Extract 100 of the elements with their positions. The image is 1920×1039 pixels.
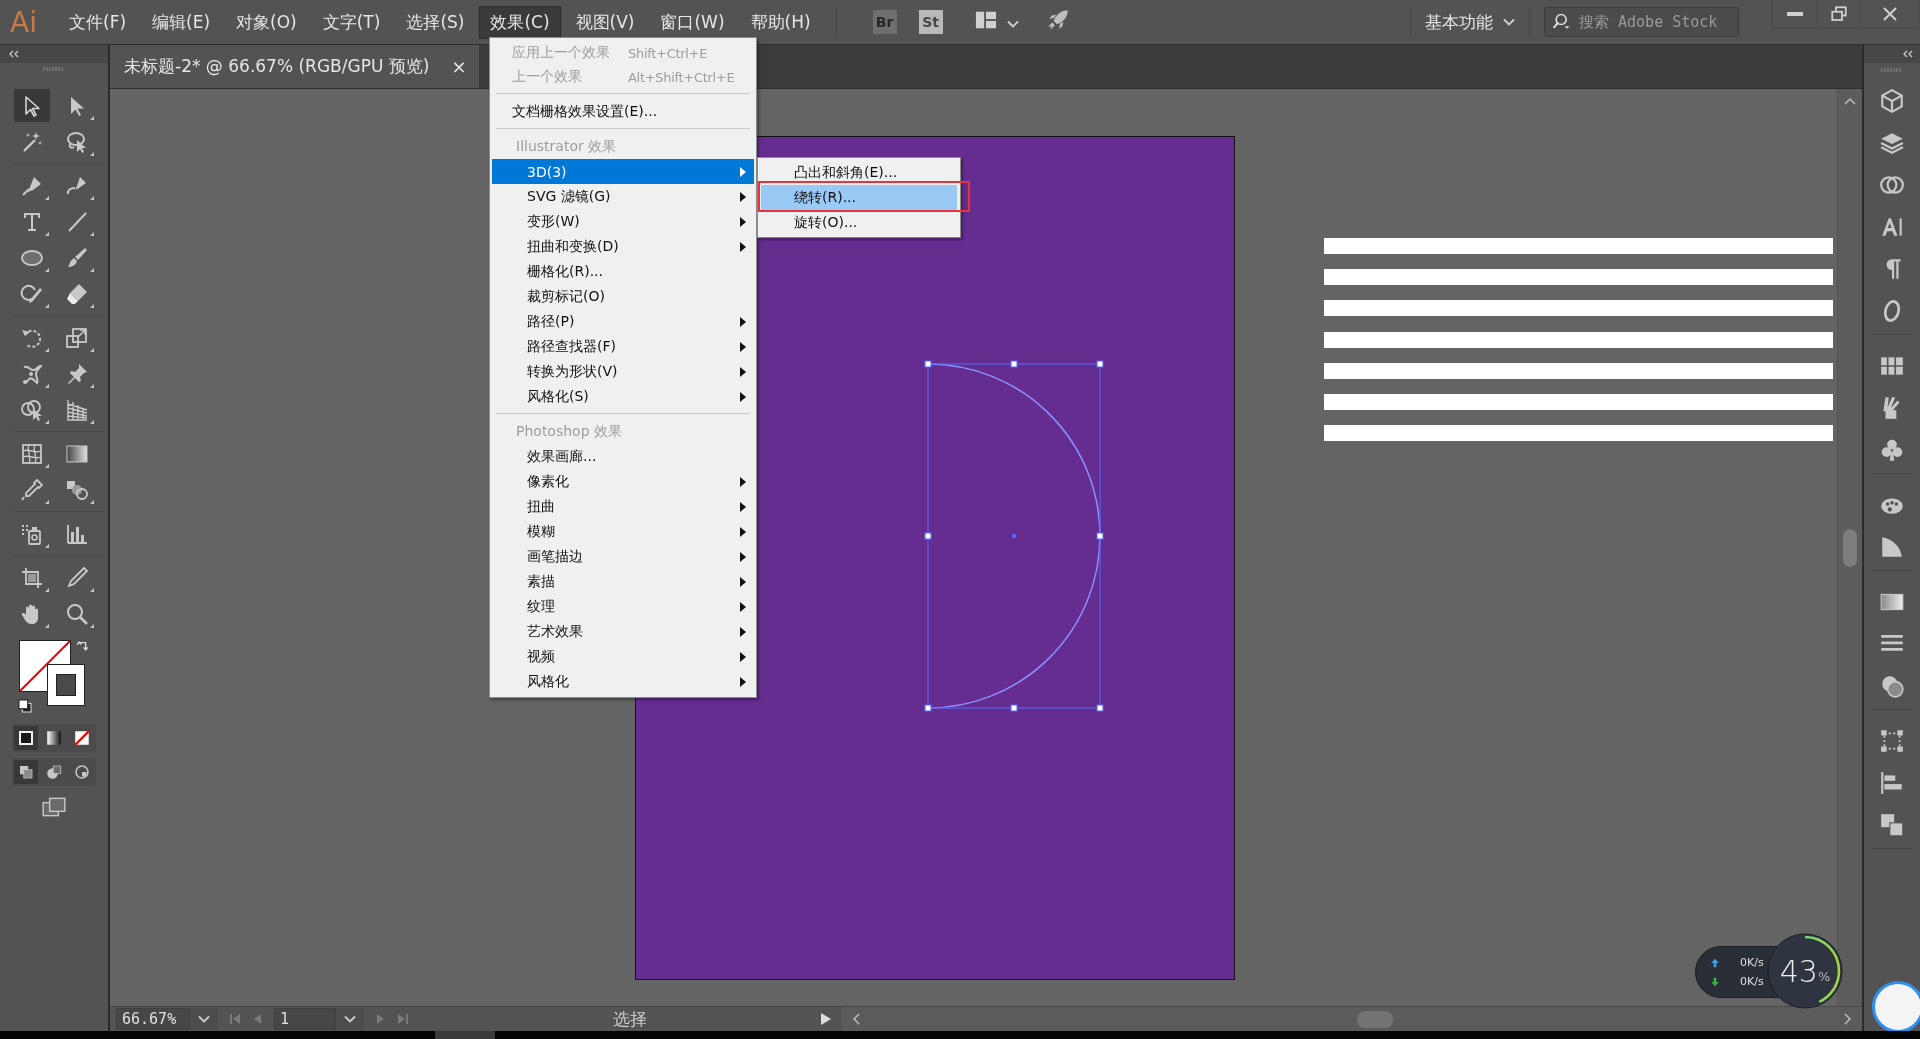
cube-icon	[1879, 88, 1905, 114]
zoom-field[interactable]: 66.67%	[116, 1008, 190, 1030]
menu-item[interactable]: 模糊	[492, 519, 754, 544]
menu-item[interactable]: 像素化	[492, 469, 754, 494]
menu-item[interactable]: 视频	[492, 644, 754, 669]
menu-item[interactable]: 路径查找器(F)	[492, 334, 754, 359]
scroll-up-icon	[1844, 97, 1856, 105]
workspace-switcher[interactable]: 基本功能	[1425, 10, 1493, 34]
stock-search-field[interactable]: 搜索 Adobe Stock	[1544, 7, 1739, 37]
menu-item[interactable]: 转换为形状(V)	[492, 359, 754, 384]
color-mode-button[interactable]	[14, 726, 38, 750]
usage-percent: 43	[1779, 953, 1818, 989]
menu-item[interactable]: 绕转(R)...	[761, 185, 957, 210]
color-mode-icon	[17, 729, 35, 747]
menu-item[interactable]: 效果(C)	[479, 5, 561, 39]
menu-item[interactable]: 素描	[492, 569, 754, 594]
page-dropdown[interactable]	[336, 1008, 364, 1030]
draw-behind-icon	[45, 763, 63, 781]
menu-item[interactable]: 视图(V)	[564, 5, 646, 39]
menu-item[interactable]: SVG 滤镜(G)	[492, 184, 754, 209]
caret-icon	[198, 1015, 210, 1023]
gradient-mode-icon	[45, 729, 63, 747]
pathfinder-icon	[1879, 812, 1905, 838]
dropdown-caret-icon	[1006, 20, 1019, 28]
eyedropper-icon	[19, 477, 44, 502]
submenu-arrow-icon	[740, 316, 746, 327]
download-arrow-icon	[1710, 976, 1720, 987]
submenu-arrow-icon	[740, 576, 746, 587]
fill-stroke-swatches[interactable]	[19, 640, 85, 706]
menu-item[interactable]: 风格化(S)	[492, 384, 754, 409]
default-colors-icon	[17, 698, 33, 714]
menu-item[interactable]: 文件(F)	[58, 5, 138, 39]
document-tab[interactable]: 未标题-2* @ 66.67% (RGB/GPU 预览) ×	[110, 45, 479, 88]
pencil-nib-icon	[64, 565, 89, 590]
app-logo: Ai	[9, 5, 38, 39]
submenu-arrow-icon	[740, 601, 746, 612]
last-page-icon	[396, 1012, 410, 1026]
align-icon	[1879, 770, 1905, 796]
layers-icon	[1879, 130, 1905, 156]
submenu-arrow-icon	[740, 191, 746, 202]
shape-builder-icon	[19, 397, 44, 422]
zoom-dropdown[interactable]	[190, 1008, 218, 1030]
menu-item[interactable]: 变形(W)	[492, 209, 754, 234]
menu-item[interactable]: 扭曲	[492, 494, 754, 519]
draw-inside-icon	[73, 763, 91, 781]
menu-section-header: Photoshop 效果	[515, 421, 623, 441]
club-icon	[1879, 437, 1905, 463]
menu-item[interactable]: 凸出和斜角(E)...	[758, 160, 960, 185]
menu-section-header: Illustrator 效果	[515, 136, 618, 156]
none-mode-icon	[73, 729, 91, 747]
draw-mode-button[interactable]	[14, 760, 38, 784]
bridge-button[interactable]: St	[918, 10, 943, 34]
caret-icon	[344, 1015, 356, 1023]
menu-item[interactable]: 文档栅格效果设置(E)...	[492, 99, 754, 124]
menu-item[interactable]: 帮助(H)	[739, 5, 822, 39]
submenu-arrow-icon	[740, 526, 746, 537]
menu-item[interactable]: 艺术效果	[492, 619, 754, 644]
percent-unit: %	[1817, 968, 1831, 984]
scrollbar-thumb[interactable]	[1357, 1011, 1393, 1028]
menu-item[interactable]: 选择(S)	[395, 5, 476, 39]
menu-item[interactable]: 窗口(W)	[649, 5, 736, 39]
scrollbar-thumb[interactable]	[1843, 529, 1857, 567]
color-guide-icon	[1879, 534, 1905, 560]
draw-normal-icon	[17, 763, 35, 781]
menu-item[interactable]: 旋转(O)...	[758, 210, 960, 235]
menu-item[interactable]: 画笔描边	[492, 544, 754, 569]
upload-arrow-icon	[1710, 957, 1720, 968]
menu-item[interactable]: 栅格化(R)...	[492, 259, 754, 284]
magnifier-icon	[64, 601, 89, 626]
menu-item[interactable]: 裁剪标记(O)	[492, 284, 754, 309]
tool-button[interactable]	[13, 89, 50, 122]
collapse-icon	[8, 50, 20, 58]
status-label: 选择	[612, 1007, 648, 1031]
submenu-arrow-icon	[740, 241, 746, 252]
submenu-arrow-icon	[740, 366, 746, 377]
submenu-arrow-icon	[740, 626, 746, 637]
scroll-left-icon	[852, 1013, 860, 1025]
submenu-arrow-icon	[740, 551, 746, 562]
menu-item[interactable]: 文字(T)	[311, 5, 392, 39]
submenu-arrow-icon	[740, 391, 746, 402]
menu-item[interactable]: 扭曲和变换(D)	[492, 234, 754, 259]
scroll-right-icon	[1844, 1013, 1852, 1025]
menu-item[interactable]: 编辑(E)	[141, 5, 222, 39]
page-field[interactable]: 1	[274, 1008, 336, 1030]
menu-item[interactable]: 路径(P)	[492, 309, 754, 334]
menu-item[interactable]: 对象(O)	[225, 5, 308, 39]
workspace-caret-icon	[1503, 18, 1515, 26]
artboard-crop-icon	[19, 565, 44, 590]
menu-item[interactable]: 风格化	[492, 669, 754, 694]
mesh-grid-icon	[19, 441, 44, 466]
scale-squares-icon	[64, 325, 89, 350]
submenu-arrow-icon	[740, 476, 746, 487]
perspective-grid-icon	[64, 397, 89, 422]
menu-item[interactable]: 效果画廊...	[492, 444, 754, 469]
submenu-arrow-icon	[740, 501, 746, 512]
menu-item[interactable]: 3D(3)	[492, 159, 754, 184]
close-tab-button[interactable]: ×	[451, 56, 467, 77]
submenu-arrow-icon	[740, 341, 746, 352]
menu-item[interactable]: 纹理	[492, 594, 754, 619]
play-icon[interactable]	[820, 1012, 832, 1026]
